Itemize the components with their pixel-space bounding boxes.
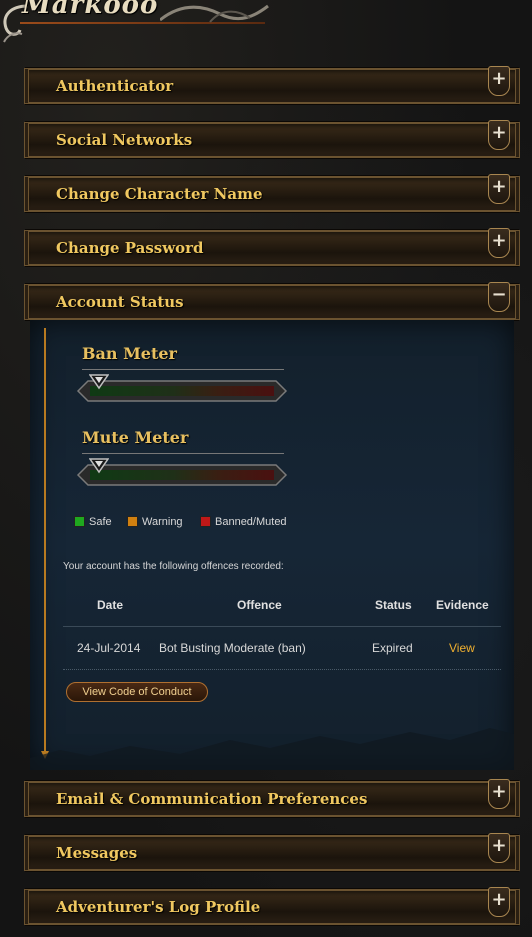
mute-meter-rule bbox=[82, 453, 284, 454]
ban-meter-rule bbox=[82, 369, 284, 370]
expand-toggle-button[interactable]: + bbox=[488, 120, 510, 150]
col-header-offence: Offence bbox=[237, 598, 282, 612]
section-title: Social Networks bbox=[56, 131, 193, 149]
legend-warning: Warning bbox=[127, 516, 183, 528]
col-header-date: Date bbox=[97, 598, 124, 612]
offence-date: 24-Jul-2014 bbox=[77, 641, 141, 655]
expand-toggle-button[interactable]: + bbox=[488, 887, 510, 917]
section-title: Email & Communication Preferences bbox=[56, 790, 368, 808]
section-change-password[interactable]: Change Password + bbox=[24, 228, 520, 266]
section-change-character-name[interactable]: Change Character Name + bbox=[24, 174, 520, 212]
section-account-status[interactable]: Account Status − bbox=[24, 282, 520, 320]
offences-intro-text: Your account has the following offences … bbox=[63, 561, 284, 572]
view-code-of-conduct-button[interactable]: View Code of Conduct bbox=[66, 682, 208, 702]
offence-name: Bot Busting Moderate (ban) bbox=[159, 641, 306, 655]
view-evidence-link[interactable]: View bbox=[449, 641, 475, 655]
table-row-divider bbox=[63, 669, 501, 670]
expand-toggle-button[interactable]: + bbox=[488, 174, 510, 204]
section-email-communication-preferences[interactable]: Email & Communication Preferences + bbox=[24, 779, 520, 817]
legend-banned-muted: Banned/Muted bbox=[200, 516, 287, 528]
expand-toggle-button[interactable]: + bbox=[488, 66, 510, 96]
expand-toggle-button[interactable]: + bbox=[488, 833, 510, 863]
legend-label: Banned/Muted bbox=[215, 516, 287, 528]
legend-label: Safe bbox=[89, 516, 112, 528]
section-title: Change Password bbox=[56, 239, 204, 257]
collapse-toggle-button[interactable]: − bbox=[488, 282, 510, 312]
panel-rock-decoration bbox=[30, 728, 514, 770]
section-adventurers-log-profile[interactable]: Adventurer's Log Profile + bbox=[24, 887, 520, 925]
table-header-divider bbox=[63, 626, 501, 627]
mute-meter-marker-icon bbox=[89, 458, 110, 474]
section-social-networks[interactable]: Social Networks + bbox=[24, 120, 520, 158]
section-title: Authenticator bbox=[56, 77, 174, 95]
banned-swatch-icon bbox=[200, 516, 211, 527]
banner-flourish-ornament bbox=[160, 4, 269, 23]
mute-meter-title: Mute Meter bbox=[82, 428, 189, 447]
section-title: Change Character Name bbox=[56, 185, 263, 203]
section-title: Adventurer's Log Profile bbox=[56, 898, 261, 916]
section-messages[interactable]: Messages + bbox=[24, 833, 520, 871]
ban-meter-title: Ban Meter bbox=[82, 344, 177, 363]
ban-meter-marker-icon bbox=[89, 374, 110, 390]
account-status-panel: Ban Meter Mute Meter Safe Warning Banned… bbox=[30, 320, 514, 770]
username-banner: Markooo bbox=[0, 0, 270, 43]
section-title: Account Status bbox=[56, 293, 184, 311]
col-header-evidence: Evidence bbox=[436, 598, 489, 612]
safe-swatch-icon bbox=[74, 516, 85, 527]
section-authenticator[interactable]: Authenticator + bbox=[24, 66, 520, 104]
offence-status: Expired bbox=[372, 641, 413, 655]
legend-safe: Safe bbox=[74, 516, 112, 528]
username-title: Markooo bbox=[22, 0, 159, 20]
col-header-status: Status bbox=[375, 598, 412, 612]
legend-label: Warning bbox=[142, 516, 183, 528]
expand-toggle-button[interactable]: + bbox=[488, 228, 510, 258]
warning-swatch-icon bbox=[127, 516, 138, 527]
expand-toggle-button[interactable]: + bbox=[488, 779, 510, 809]
panel-accent-line bbox=[41, 328, 49, 759]
section-title: Messages bbox=[56, 844, 138, 862]
